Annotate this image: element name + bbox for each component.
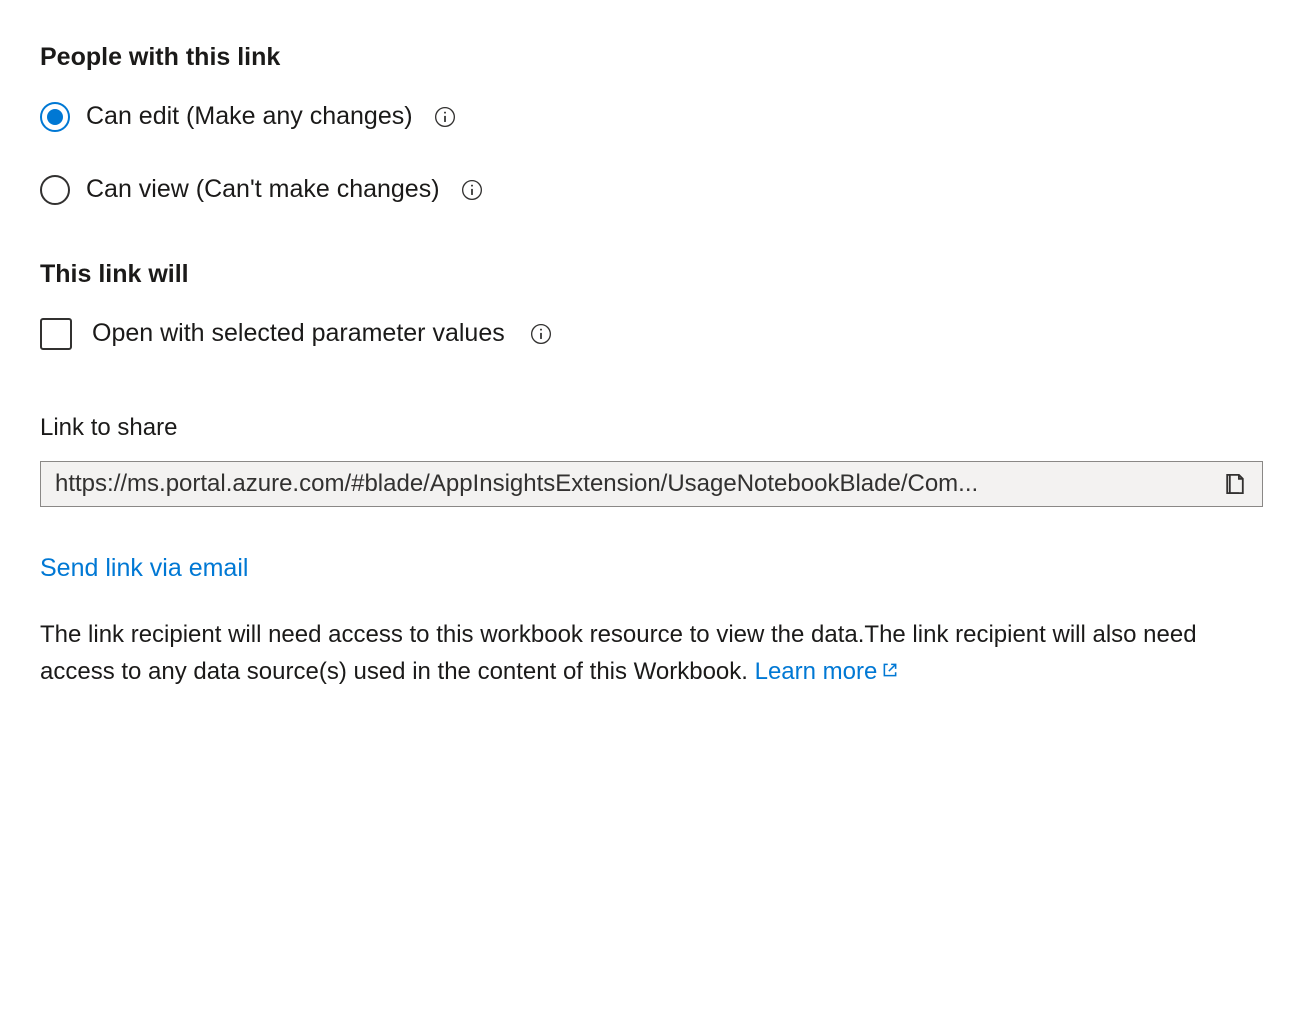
- checkbox-indicator: [40, 318, 72, 350]
- access-note-text: The link recipient will need access to t…: [40, 621, 1197, 685]
- checkbox-open-with-params-label: Open with selected parameter values: [92, 316, 505, 351]
- link-to-share-label: Link to share: [40, 411, 1263, 445]
- external-link-icon: [881, 653, 899, 671]
- radio-indicator: [40, 102, 70, 132]
- radio-can-edit[interactable]: Can edit (Make any changes): [40, 99, 1263, 134]
- link-field-wrapper: [40, 461, 1263, 507]
- info-icon[interactable]: [529, 322, 553, 346]
- radio-can-edit-label: Can edit (Make any changes): [86, 99, 413, 134]
- radio-dot: [47, 109, 63, 125]
- share-url-input[interactable]: [55, 470, 1210, 498]
- checkbox-open-with-params[interactable]: Open with selected parameter values: [40, 316, 1263, 351]
- link-behavior-heading: This link will: [40, 257, 1263, 292]
- copy-icon[interactable]: [1222, 471, 1248, 497]
- permissions-heading: People with this link: [40, 40, 1263, 75]
- permissions-radio-group: Can edit (Make any changes) Can view (Ca…: [40, 99, 1263, 207]
- access-note: The link recipient will need access to t…: [40, 616, 1263, 690]
- radio-can-view-label: Can view (Can't make changes): [86, 172, 440, 207]
- radio-indicator: [40, 175, 70, 205]
- send-link-via-email[interactable]: Send link via email: [40, 551, 248, 586]
- info-icon[interactable]: [433, 105, 457, 129]
- radio-can-view[interactable]: Can view (Can't make changes): [40, 172, 1263, 207]
- learn-more-link[interactable]: Learn more: [755, 658, 900, 685]
- info-icon[interactable]: [460, 178, 484, 202]
